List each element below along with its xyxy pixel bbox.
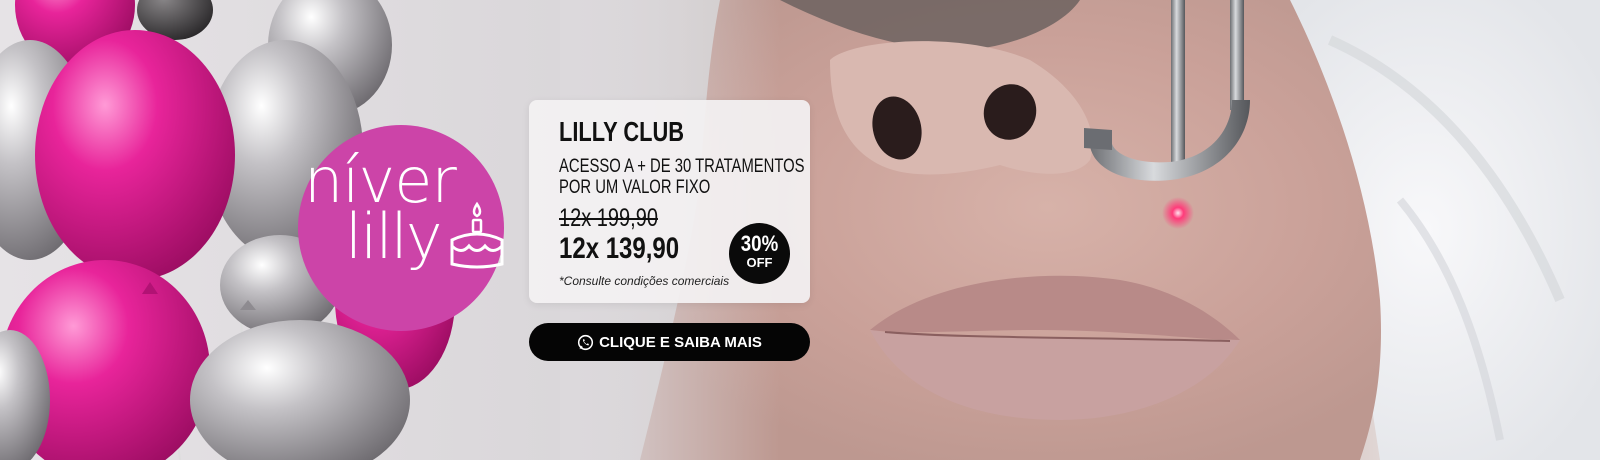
offer-card: LILLY CLUB ACESSO A + DE 30 TRATAMENTOS … — [529, 100, 810, 303]
discount-badge: 30% OFF — [729, 223, 790, 284]
logo-lilly-text: lilly — [345, 200, 443, 273]
card-title: LILLY CLUB — [559, 116, 684, 147]
cta-label: CLIQUE E SAIBA MAIS — [599, 333, 762, 351]
saiba-mais-button[interactable]: CLIQUE E SAIBA MAIS — [529, 323, 810, 361]
card-description: ACESSO A + DE 30 TRATAMENTOS POR UM VALO… — [559, 156, 805, 198]
discount-percent: 30% — [740, 231, 779, 256]
promo-banner[interactable]: níver lilly LILLY CLUB ACESSO A + DE 30 … — [0, 0, 1600, 460]
old-price: 12x 199,90 — [559, 204, 658, 232]
discount-off-label: OFF — [746, 255, 773, 270]
whatsapp-icon — [577, 334, 594, 351]
new-price: 12x 139,90 — [559, 232, 680, 265]
conditions-note: *Consulte condições comerciais — [559, 274, 730, 288]
birthday-cake-icon — [448, 200, 506, 270]
